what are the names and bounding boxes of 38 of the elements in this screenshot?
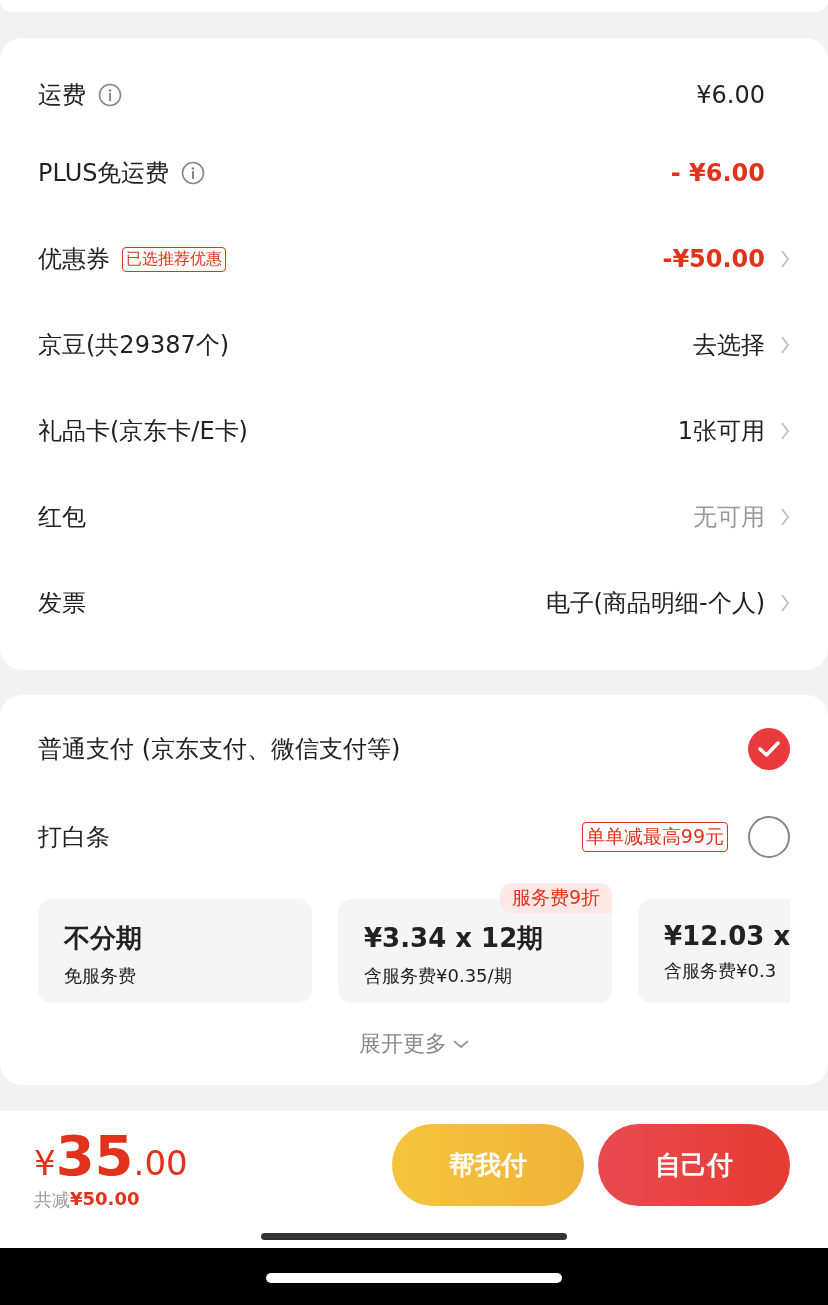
coupon-tag: 已选推荐优惠 [122, 246, 226, 272]
payment-method-label[interactable]: 打白条 [38, 821, 110, 853]
info-icon[interactable] [98, 83, 122, 107]
installment-option[interactable]: ¥12.03 x 含服务费¥0.3 [638, 899, 790, 1003]
self-pay-button[interactable]: 自己付 [598, 1124, 790, 1206]
fee-label: 礼品卡(京东卡/E卡) [38, 416, 248, 447]
fee-label: 红包 [38, 502, 86, 533]
installment-title: 不分期 [64, 922, 143, 955]
currency-symbol: ¥ [34, 1143, 56, 1183]
radio-button[interactable] [748, 816, 790, 858]
fee-value: - ¥6.00 [670, 159, 765, 187]
fee-value[interactable]: 去选择 [693, 329, 765, 361]
expand-more-link[interactable]: 展开更多 [359, 1029, 447, 1059]
fee-label: 京豆(共29387个) [38, 330, 230, 361]
discount-badge: 服务费9折 [499, 883, 612, 913]
total-amount: 35 [55, 1123, 134, 1188]
fee-value: ¥6.00 [696, 81, 765, 109]
installment-title: ¥3.34 x 12期 [364, 922, 545, 955]
saving-label: 共减 [34, 1188, 70, 1212]
installment-fee: 免服务费 [64, 964, 137, 988]
payment-method-label[interactable]: 普通支付 (京东支付、微信支付等) [38, 733, 401, 765]
installment-title: ¥12.03 x [664, 921, 790, 951]
radio-checked-icon[interactable] [748, 728, 790, 770]
info-icon[interactable] [181, 161, 206, 185]
installment-option[interactable]: 不分期 免服务费 [38, 899, 312, 1003]
installment-fee: 含服务费¥0.3 [664, 959, 778, 983]
fee-label: 发票 [38, 588, 86, 619]
fee-value[interactable]: 电子(商品明细-个人) [545, 587, 765, 619]
fee-label: 运费 [38, 80, 86, 111]
saving-amount: ¥50.00 [70, 1188, 140, 1211]
fee-label: 优惠券 [38, 244, 110, 275]
total-decimals: .00 [133, 1143, 188, 1183]
fee-label: PLUS免运费 [38, 158, 170, 189]
promo-tag: 单单减最高99元 [581, 822, 728, 852]
chevron-down-icon [453, 1039, 469, 1049]
fee-value[interactable]: 1张可用 [677, 415, 765, 447]
fee-value[interactable]: -¥50.00 [662, 245, 765, 273]
installment-fee: 含服务费¥0.35/期 [364, 964, 513, 988]
